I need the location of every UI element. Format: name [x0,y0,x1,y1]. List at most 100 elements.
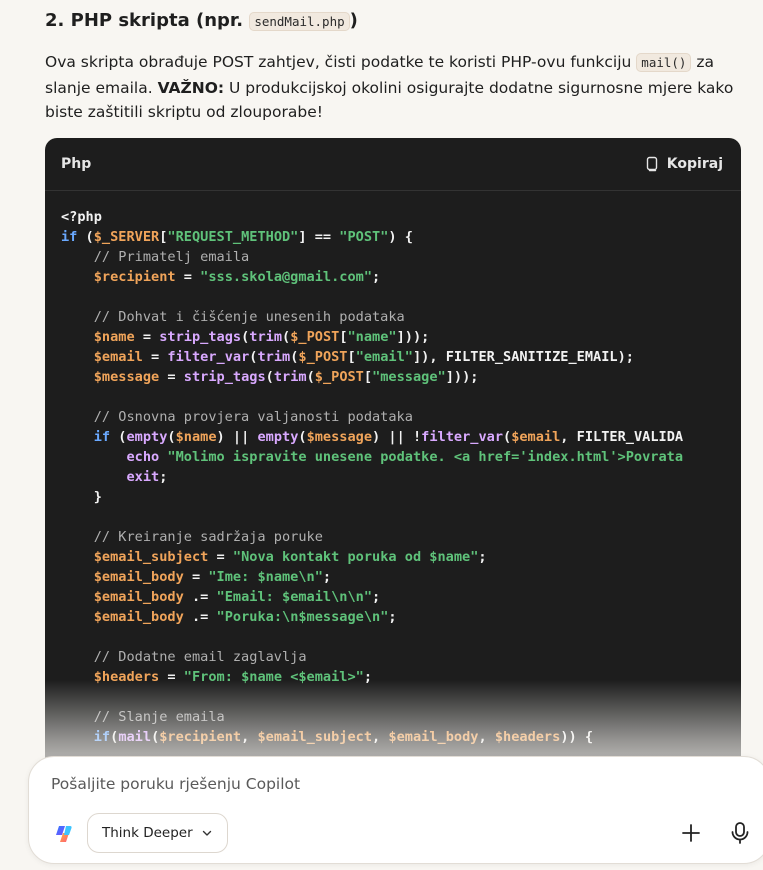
code-line: $recipient = "sss.skola@gmail.com"; [61,267,741,287]
code-token: // Dohvat i čišćenje unesenih podataka [61,309,405,325]
code-token: = [159,369,184,385]
code-token: "name" [347,329,397,345]
code-line: $email = filter_var(trim($_POST["email"]… [61,347,741,367]
code-language-label: Php [61,156,92,172]
desc-important: VAŽNO: [157,78,225,97]
code-line: echo "Molimo ispravite unesene podatke. … [61,447,741,467]
code-token: )) { [560,729,594,745]
code-token: = [159,669,184,685]
desc-inline-code: mail() [636,53,692,72]
code-token: $message [93,369,160,385]
composer: Think Deeper [28,756,763,864]
code-token: "Poruka:\n$message\n" [216,609,389,625]
code-token: ; [478,549,487,565]
code-token: .= [183,589,217,605]
code-token: <?php [61,209,102,225]
code-token: strip_tags [159,329,242,345]
code-token: $_SERVER [93,229,160,245]
code-line: // Osnovna provjera valjanosti podataka [61,407,741,427]
code-token: ( [503,429,512,445]
code-token: "Nova kontakt poruka od $name" [232,549,479,565]
code-token: "Ime: $name\n" [208,569,323,585]
code-token: // Slanje emaila [61,709,225,725]
code-token: = [142,349,168,365]
code-token: , [478,729,495,745]
code-token: empty [126,429,168,445]
copy-icon [646,156,657,172]
section-heading: 2. PHP skripta (npr. sendMail.php) [45,8,358,35]
code-line: if ($_SERVER["REQUEST_METHOD"] == "POST"… [61,227,741,247]
code-line: // Slanje emaila [61,707,741,727]
code-token: if [93,729,111,745]
code-token: ; [372,269,381,285]
code-line: $email_body .= "Poruka:\n$message\n"; [61,607,741,627]
code-line: // Kreiranje sadržaja poruke [61,527,741,547]
code-token: ( [298,429,307,445]
code-token: $_POST [290,329,340,345]
code-token: , [372,729,389,745]
code-line: $email_body .= "Email: $email\n\n"; [61,587,741,607]
code-token: $recipient [93,269,176,285]
code-token: , FILTER_VALIDA [560,429,684,445]
code-token: $email_subject [257,729,373,745]
code-token: $email_subject [93,549,209,565]
code-line: } [61,487,741,507]
code-token: ])); [445,369,479,385]
code-token: filter_var [421,429,503,445]
code-token: empty [257,429,299,445]
heading-suffix: ) [349,10,358,31]
code-token: , [241,729,258,745]
heading-inline-code: sendMail.php [249,12,350,31]
code-token: ; [322,569,332,585]
code-token: // Kreiranje sadržaja poruke [61,529,323,545]
code-line: $name = strip_tags(trim($_POST["name"]))… [61,327,741,347]
code-token: .= [183,609,217,625]
code-token: ; [388,609,397,625]
code-token: ; [159,469,168,485]
code-token: "Molimo ispravite unesene podatke. <a hr… [167,449,684,465]
code-token: trim [257,349,291,365]
code-token: } [61,489,102,505]
code-token: ; [372,589,381,605]
code-token: ])); [396,329,430,345]
code-header: Php Kopiraj [45,138,741,191]
code-token: [ [363,369,373,385]
heading-text: 2. PHP skripta (npr. [45,10,250,31]
code-token: $email [93,349,143,365]
chevron-down-icon [202,830,211,836]
code-token: $headers [93,669,160,685]
code-token: "Email: $email\n\n" [216,589,373,605]
code-token: ] == [298,229,340,245]
microphone-icon[interactable] [729,821,751,845]
code-token: strip_tags [183,369,266,385]
code-token: $email_body [93,609,184,625]
section-description: Ova skripta obrađuje POST zahtjev, čisti… [45,50,735,125]
code-token: ) || [216,429,258,445]
code-block: Php Kopiraj <?php if ($_SERVER["REQUEST_M… [45,138,741,858]
think-deeper-button[interactable]: Think Deeper [87,813,228,853]
code-token: = [175,269,201,285]
copy-button[interactable]: Kopiraj [645,156,723,172]
code-line: $headers = "From: $name <$email>"; [61,667,741,687]
code-token: = [183,569,209,585]
code-token: $name [93,329,135,345]
code-token: $email_body [93,589,184,605]
code-token: "POST" [339,229,389,245]
code-token: ) || ! [372,429,422,445]
plus-icon[interactable] [679,821,703,845]
code-token: ( [77,229,94,245]
message-input[interactable] [51,775,691,793]
code-token: $recipient [159,729,242,745]
code-token: ( [306,369,315,385]
code-token: $_POST [314,369,364,385]
code-token: if [61,229,78,245]
code-token: exit [126,469,160,485]
